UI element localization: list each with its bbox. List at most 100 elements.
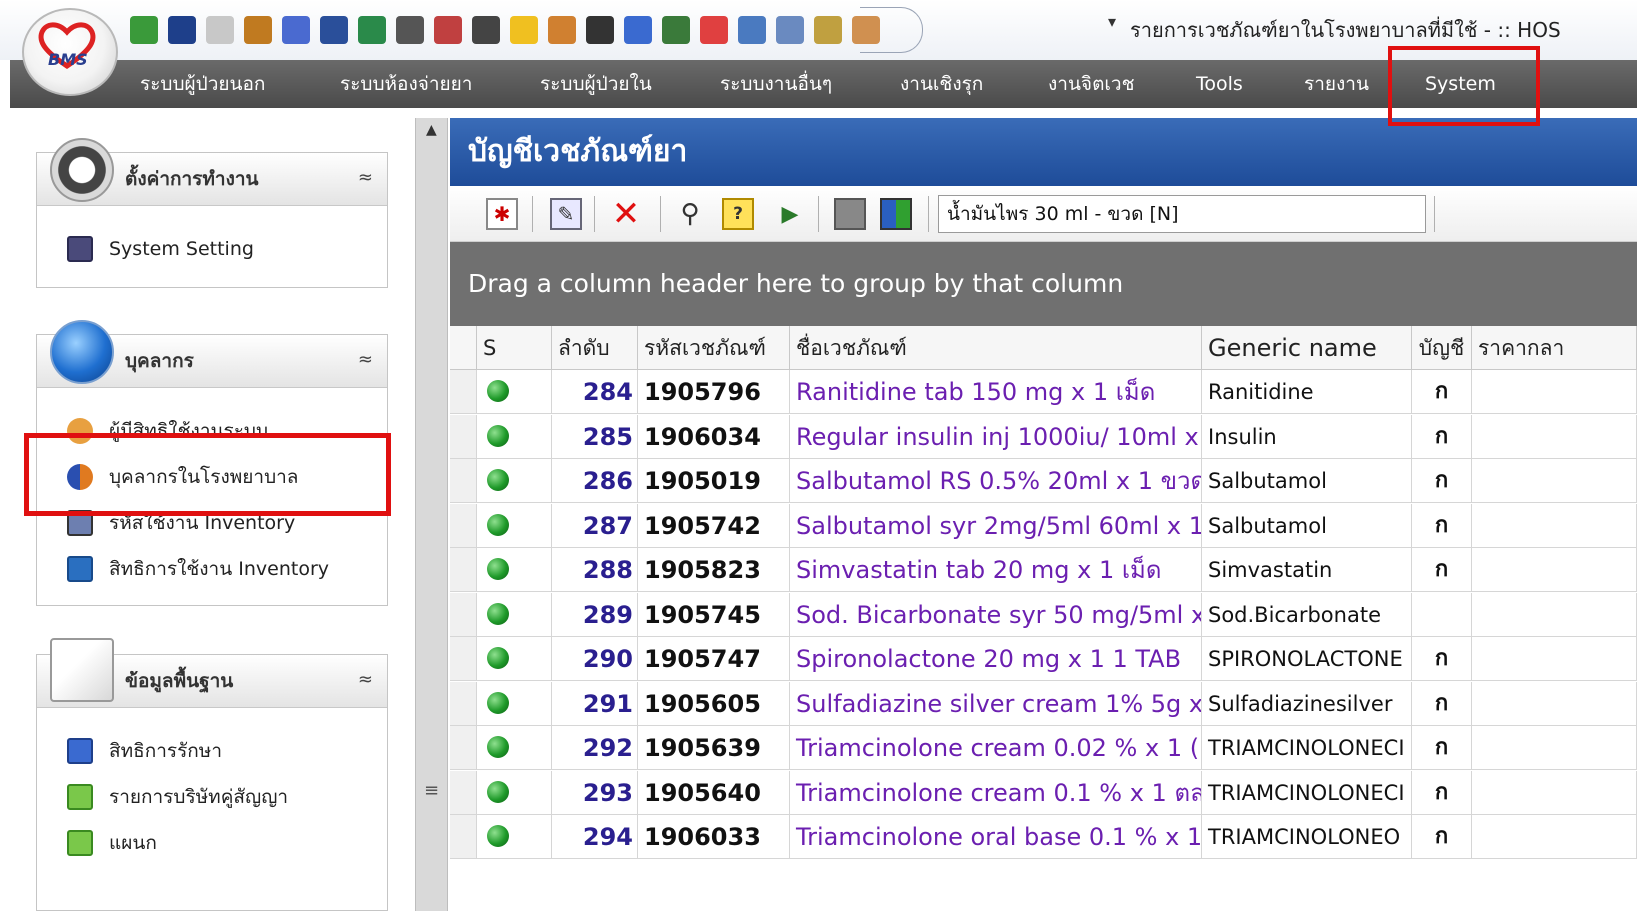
row-indicator[interactable] — [450, 637, 477, 681]
quick-access-dropdown-icon[interactable]: ▾ — [1108, 12, 1116, 31]
search-icon[interactable]: ⚲ — [674, 198, 706, 230]
table-row[interactable]: 292 1905639 Triamcinolone cream 0.02 % x 1… — [450, 726, 1637, 770]
sidebar-item-contract-companies[interactable]: รายการบริษัทคู่สัญญา — [67, 781, 288, 813]
add-user-icon[interactable] — [130, 16, 158, 44]
user-icon[interactable] — [548, 16, 576, 44]
home-icon[interactable] — [700, 16, 728, 44]
row-indicator[interactable] — [450, 548, 477, 592]
account-cell: ก — [1412, 370, 1472, 414]
price-cell — [1472, 414, 1637, 459]
table-row[interactable]: 291 1905605 Sulfadiazine silver cream 1% 5… — [450, 681, 1637, 726]
search-input[interactable] — [938, 195, 1426, 233]
menu-tools[interactable]: Tools — [1196, 60, 1243, 108]
price-cell — [1472, 770, 1637, 815]
table-row[interactable]: 287 1905742 Salbutamol syr 2mg/5ml 60ml x … — [450, 503, 1637, 548]
delete-icon[interactable]: ✕ — [610, 194, 642, 234]
price-cell — [1472, 726, 1637, 770]
col-header-account[interactable]: บัญชี — [1412, 326, 1472, 370]
table-row[interactable]: 286 1905019 Salbutamol RS 0.5% 20ml x 1 ขว… — [450, 459, 1637, 503]
document-icon[interactable] — [206, 16, 234, 44]
row-indicator[interactable] — [450, 681, 477, 726]
collapse-icon[interactable]: ≈ — [358, 167, 373, 188]
gear-icon — [50, 138, 114, 202]
price-cell — [1472, 548, 1637, 592]
group-by-area[interactable]: Drag a column header here to group by th… — [450, 242, 1637, 326]
grid-icon[interactable] — [434, 16, 462, 44]
menu-reports[interactable]: รายงาน — [1304, 60, 1369, 108]
col-header-code[interactable]: รหัสเวชภัณฑ์ — [638, 326, 790, 370]
monitor-icon[interactable] — [624, 16, 652, 44]
calculator-icon[interactable] — [396, 16, 424, 44]
clock-icon[interactable] — [662, 16, 690, 44]
collapse-up-icon[interactable]: ▲ — [426, 122, 437, 138]
status-dot-icon — [487, 380, 509, 402]
row-indicator[interactable] — [450, 370, 477, 414]
col-header-price[interactable]: ราคากลา — [1472, 326, 1637, 370]
account-cell: ก — [1412, 726, 1472, 770]
help-icon[interactable]: ? — [722, 198, 754, 230]
sidebar-item-label: แผนก — [109, 832, 157, 854]
table-row[interactable]: 294 1906033 Triamcinolone oral base 0.1 % … — [450, 815, 1637, 859]
menu-system-highlight-box — [1388, 46, 1540, 126]
sidebar-splitter[interactable]: ▲ ≡ — [415, 118, 448, 911]
order-cell: 285 — [552, 414, 638, 459]
menu-pharmacy[interactable]: ระบบห้องจ่ายยา — [340, 60, 472, 108]
form-icon[interactable] — [472, 16, 500, 44]
table-row[interactable]: 285 1906034 Regular insulin inj 1000iu/ 10… — [450, 414, 1637, 459]
id-card-icon[interactable] — [814, 16, 842, 44]
print-icon[interactable] — [834, 198, 866, 230]
sidebar-item-system-setting[interactable]: System Setting — [67, 233, 254, 265]
code-cell: 1906034 — [638, 414, 790, 459]
row-indicator[interactable] — [450, 726, 477, 770]
menu-ipd[interactable]: ระบบผู้ป่วยใน — [540, 60, 652, 108]
table-row[interactable]: 290 1905747 Spironolactone 20 mg x 1 1 TAB… — [450, 637, 1637, 681]
menu-proactive[interactable]: งานเชิงรุก — [900, 60, 983, 108]
status-cell — [477, 815, 552, 859]
menu-opd[interactable]: ระบบผู้ป่วยนอก — [140, 60, 265, 108]
drug-name-cell: Salbutamol syr 2mg/5ml 60ml x 1 — [790, 503, 1202, 548]
person-edit-icon[interactable] — [244, 16, 272, 44]
new-record-icon[interactable]: ✱ — [486, 198, 518, 230]
col-header-generic[interactable]: Generic name — [1202, 326, 1412, 370]
row-indicator[interactable] — [450, 414, 477, 459]
table-row[interactable]: 284 1905796 Ranitidine tab 150 mg x 1 เม็ด… — [450, 370, 1637, 414]
note-icon[interactable] — [320, 16, 348, 44]
status-dot-icon — [487, 647, 509, 669]
download-icon[interactable] — [358, 16, 386, 44]
menu-psychiatry[interactable]: งานจิตเวช — [1048, 60, 1134, 108]
edit-icon[interactable] — [282, 16, 310, 44]
lightning-icon[interactable] — [510, 16, 538, 44]
account-cell: ก — [1412, 637, 1472, 681]
table-row[interactable]: 293 1905640 Triamcinolone cream 0.1 % x 1 … — [450, 770, 1637, 815]
collapse-icon[interactable]: ≈ — [358, 669, 373, 690]
row-indicator[interactable] — [450, 815, 477, 859]
col-header-name[interactable]: ชื่อเวชภัณฑ์ — [790, 326, 1202, 370]
logo-text: BMS — [48, 50, 88, 69]
row-indicator[interactable] — [450, 459, 477, 503]
list-icon[interactable] — [586, 16, 614, 44]
app-logo[interactable]: BMS — [22, 8, 118, 96]
price-cell — [1472, 503, 1637, 548]
row-indicator[interactable] — [450, 592, 477, 637]
table-row[interactable]: 289 1905745 Sod. Bicarbonate syr 50 mg/5ml… — [450, 592, 1637, 637]
sidebar-item-treatment-rights[interactable]: สิทธิการรักษา — [67, 735, 222, 767]
report-icon[interactable] — [738, 16, 766, 44]
display-icon[interactable] — [776, 16, 804, 44]
col-header-status[interactable]: S — [477, 326, 552, 370]
menu-other-systems[interactable]: ระบบงานอื่นๆ — [720, 60, 832, 108]
status-dot-icon — [487, 513, 509, 536]
sidebar-item-inventory-rights[interactable]: สิทธิการใช้งาน Inventory — [67, 553, 329, 585]
pane-header: บัญชีเวชภัณฑ์ยา — [450, 118, 1637, 186]
grip-icon[interactable]: ≡ — [424, 780, 439, 801]
col-header-order[interactable]: ลำดับ — [552, 326, 638, 370]
row-indicator[interactable] — [450, 503, 477, 548]
row-indicator[interactable] — [450, 770, 477, 815]
edit-icon[interactable]: ✎ — [550, 198, 582, 230]
status-cell — [477, 726, 552, 770]
table-row[interactable]: 288 1905823 Simvastatin tab 20 mg x 1 เม็ด… — [450, 548, 1637, 592]
export-icon[interactable] — [880, 198, 912, 230]
exit-door-icon[interactable]: ▶ — [774, 198, 806, 230]
sidebar-item-departments[interactable]: แผนก — [67, 827, 157, 859]
media-icon[interactable] — [168, 16, 196, 44]
collapse-icon[interactable]: ≈ — [358, 349, 373, 370]
